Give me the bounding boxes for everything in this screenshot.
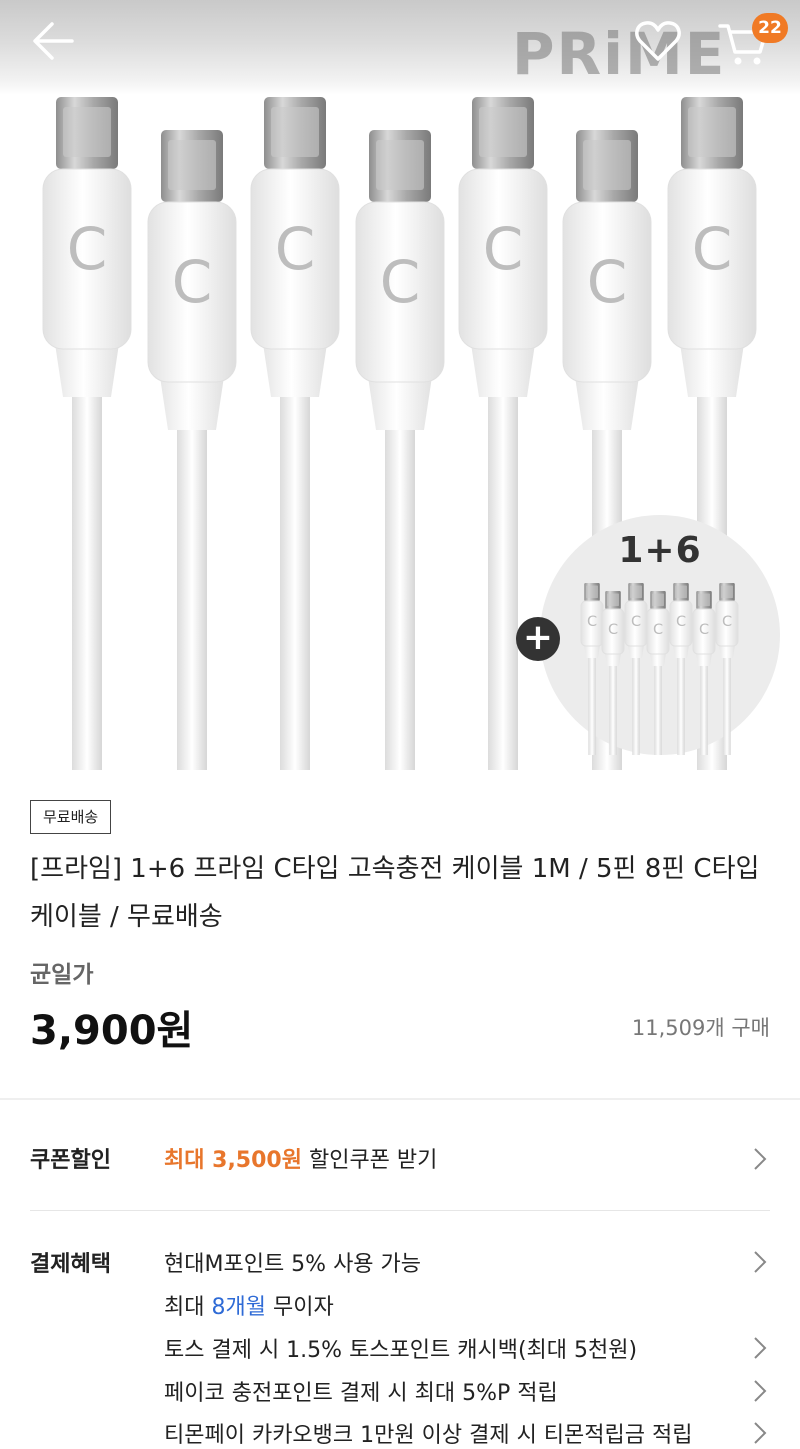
- coupon-link[interactable]: 최대 3,500원 할인쿠폰 받기: [164, 1142, 437, 1174]
- svg-text:C: C: [692, 215, 733, 283]
- section-divider: [0, 1098, 800, 1100]
- cable-5: C: [458, 97, 548, 770]
- svg-text:C: C: [483, 215, 524, 283]
- cable-4: C: [355, 130, 445, 770]
- svg-text:C: C: [608, 622, 618, 638]
- bundle-cable-7: C: [715, 583, 739, 770]
- svg-text:C: C: [676, 614, 686, 630]
- chevron-right-icon: [754, 1422, 767, 1444]
- svg-text:C: C: [67, 215, 108, 283]
- svg-text:C: C: [653, 622, 663, 638]
- benefit-installment-prefix: 최대: [164, 1295, 212, 1320]
- payment-benefits-label: 결제혜택: [30, 1252, 111, 1277]
- coupon-text: 할인쿠폰 받기: [301, 1148, 438, 1173]
- heart-icon: [635, 21, 681, 61]
- chevron-right-icon: [754, 1251, 767, 1273]
- benefit-payco-chevron[interactable]: [750, 1379, 770, 1403]
- coupon-chevron[interactable]: [750, 1147, 770, 1171]
- coupon-max-amount: 최대 3,500원: [164, 1148, 302, 1173]
- row-divider: [30, 1210, 770, 1211]
- bundle-cable-2: C: [601, 591, 625, 770]
- cable-1: C: [42, 97, 132, 770]
- svg-text:C: C: [587, 614, 597, 630]
- svg-text:C: C: [275, 215, 316, 283]
- benefit-tmonpay-chevron[interactable]: [750, 1421, 770, 1445]
- bundle-cable-5: C: [669, 583, 693, 770]
- benefit-toss[interactable]: 토스 결제 시 1.5% 토스포인트 캐시백(최대 5천원): [164, 1332, 637, 1364]
- bundle-cable-1: C: [580, 583, 604, 770]
- cable-3: C: [250, 97, 340, 770]
- back-arrow-icon: [33, 22, 74, 60]
- chevron-right-icon: [754, 1380, 767, 1402]
- free-shipping-tag: 무료배송: [30, 800, 112, 834]
- chevron-right-icon: [754, 1337, 767, 1359]
- svg-text:C: C: [587, 248, 628, 316]
- bundle-label: 1+6: [618, 530, 702, 571]
- plus-badge: +: [516, 617, 560, 661]
- benefit-payco[interactable]: 페이코 충전포인트 결제 시 최대 5%P 적립: [164, 1375, 558, 1407]
- bundle-cable-3: C: [624, 583, 648, 770]
- benefit-toss-chevron[interactable]: [750, 1336, 770, 1360]
- bundle-cable-6: C: [692, 591, 716, 770]
- chevron-right-icon: [754, 1148, 767, 1170]
- product-title: [프라임] 1+6 프라임 C타입 고속충전 케이블 1M / 5핀 8핀 C타…: [30, 854, 760, 932]
- price-label: 균일가: [30, 962, 94, 988]
- back-button[interactable]: [28, 18, 78, 64]
- svg-text:C: C: [631, 614, 641, 630]
- product-price: 3,900원: [30, 1008, 194, 1054]
- benefit-hyundai-chevron[interactable]: [750, 1250, 770, 1274]
- benefit-hyundai[interactable]: 현대M포인트 5% 사용 가능: [164, 1246, 421, 1278]
- cable-2: C: [147, 130, 237, 770]
- bundle-cable-4: C: [646, 591, 670, 770]
- product-image[interactable]: CCCCCCC PRiME 22 CCCCCCC 1+6 +: [0, 0, 800, 770]
- purchase-count: 11,509개 구매: [631, 1016, 770, 1040]
- coupon-label: 쿠폰할인: [30, 1148, 111, 1173]
- benefit-installment: 최대 8개월 무이자: [164, 1289, 334, 1321]
- benefit-installment-suffix: 무이자: [265, 1295, 334, 1320]
- svg-text:C: C: [172, 248, 213, 316]
- benefit-tmonpay[interactable]: 티몬페이 카카오뱅크 1만원 이상 결제 시 티몬적립금 적립: [164, 1417, 692, 1449]
- cart-count-badge: 22: [752, 13, 788, 43]
- svg-text:C: C: [699, 622, 709, 638]
- svg-text:C: C: [722, 614, 732, 630]
- wishlist-button[interactable]: [632, 18, 684, 64]
- benefit-installment-months: 8개월: [211, 1295, 266, 1320]
- svg-text:C: C: [380, 248, 421, 316]
